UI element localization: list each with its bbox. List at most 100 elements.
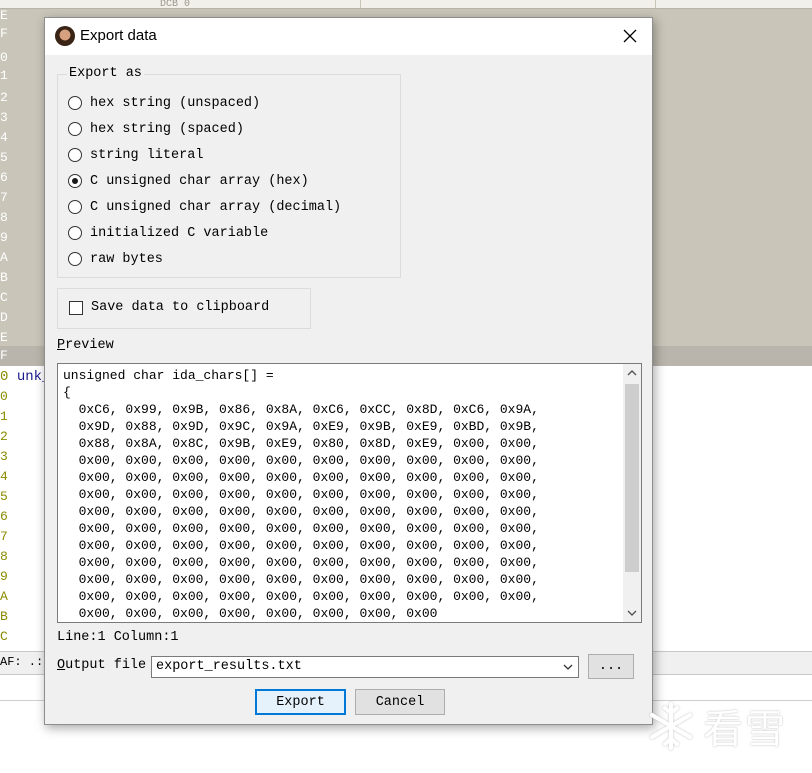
preview-line: 0x00, 0x00, 0x00, 0x00, 0x00, 0x00, 0x00…: [78, 521, 539, 536]
faint-header-text: DCB 0: [160, 0, 191, 10]
gutter-digit: 1: [0, 409, 8, 424]
preview-line: 0x00, 0x00, 0x00, 0x00, 0x00, 0x00, 0x00…: [78, 555, 539, 570]
export-data-dialog: Export data Export as hex string (unspac…: [44, 17, 653, 725]
unk-label: 0 unk_: [0, 369, 50, 385]
gutter-digit: 0: [0, 389, 8, 404]
radio-button[interactable]: [68, 252, 82, 266]
preview-line: 0xC6, 0x99, 0x9B, 0x86, 0x8A, 0xC6, 0xCC…: [78, 402, 539, 417]
preview-line: 0x00, 0x00, 0x00, 0x00, 0x00, 0x00, 0x00…: [78, 572, 539, 587]
radio-button[interactable]: [68, 96, 82, 110]
gutter-digit: 4: [0, 469, 8, 484]
gutter-digit: B: [0, 609, 8, 624]
gutter-digit: 4: [0, 130, 8, 145]
radio-button[interactable]: [68, 122, 82, 136]
gutter-digit: F: [0, 348, 8, 363]
title-bar[interactable]: Export data: [45, 18, 652, 55]
status-text: AF: .:: [0, 655, 44, 669]
gutter-digit: 8: [0, 549, 8, 564]
radio-label: string literal: [90, 147, 204, 163]
gutter-digit: 9: [0, 569, 8, 584]
radio-button[interactable]: [68, 148, 82, 162]
chevron-up-icon: [627, 370, 637, 376]
radio-label: hex string (spaced): [90, 121, 244, 137]
cancel-button[interactable]: Cancel: [355, 689, 445, 715]
preview-text[interactable]: unsigned char ida_chars[] = { 0xC6, 0x99…: [63, 367, 539, 622]
preview-line: 0x00, 0x00, 0x00, 0x00, 0x00, 0x00, 0x00…: [78, 470, 539, 485]
export-button[interactable]: Export: [255, 689, 346, 715]
gutter-digit: E: [0, 330, 8, 345]
preview-line: 0x00, 0x00, 0x00, 0x00, 0x00, 0x00, 0x00…: [78, 504, 539, 519]
preview-line: 0x9D, 0x88, 0x9D, 0x9C, 0x9A, 0xE9, 0x9B…: [78, 419, 539, 434]
close-icon: [623, 29, 637, 43]
gutter-digit: 6: [0, 170, 8, 185]
address-gutter: E F 0 1 2 3 4 5 6 7 8 9 A B C D E F 0 1 …: [0, 8, 12, 648]
preview-label: Preview: [57, 338, 114, 353]
browse-button[interactable]: ...: [588, 654, 634, 679]
radio-initialized-c-variable[interactable]: initialized C variable: [68, 223, 268, 243]
export-as-label: Export as: [67, 66, 144, 81]
radio-string-literal[interactable]: string literal: [68, 145, 203, 165]
radio-button-selected[interactable]: [68, 174, 82, 188]
scroll-down-button[interactable]: [623, 604, 641, 622]
gutter-digit: 0: [0, 50, 8, 65]
radio-hex-spaced[interactable]: hex string (spaced): [68, 119, 244, 139]
save-to-clipboard-checkbox[interactable]: Save data to clipboard: [69, 300, 269, 315]
preview-textarea[interactable]: unsigned char ida_chars[] = { 0xC6, 0x99…: [57, 363, 642, 623]
checkbox[interactable]: [69, 300, 83, 315]
preview-line: 0x00, 0x00, 0x00, 0x00, 0x00, 0x00, 0x00…: [63, 606, 438, 621]
watermark-text: 看雪: [703, 707, 787, 753]
scroll-up-button[interactable]: [623, 364, 641, 382]
scroll-thumb[interactable]: [625, 384, 639, 572]
preview-line: unsigned char ida_chars[] =: [63, 368, 274, 383]
gutter-digit: 8: [0, 210, 8, 225]
preview-line: 0x00, 0x00, 0x00, 0x00, 0x00, 0x00, 0x00…: [78, 589, 539, 604]
output-file-value[interactable]: export_results.txt: [156, 659, 302, 674]
vertical-scrollbar[interactable]: [623, 364, 641, 622]
radio-label: C unsigned char array (decimal): [90, 199, 342, 215]
checkbox-label: Save data to clipboard: [91, 300, 270, 315]
radio-button[interactable]: [68, 226, 82, 240]
preview-line: 0x88, 0x8A, 0x8C, 0x9B, 0xE9, 0x80, 0x8D…: [78, 436, 539, 451]
preview-line: 0x00, 0x00, 0x00, 0x00, 0x00, 0x00, 0x00…: [78, 538, 539, 553]
radio-label: C unsigned char array (hex): [90, 173, 309, 189]
gutter-digit: F: [0, 26, 8, 41]
output-label-rest: utput file: [65, 658, 147, 673]
radio-c-array-hex[interactable]: C unsigned char array (hex): [68, 171, 309, 191]
watermark: 看雪: [645, 696, 805, 756]
gutter-digit: 6: [0, 509, 8, 524]
radio-label: raw bytes: [90, 251, 163, 267]
preview-line: {: [63, 385, 71, 400]
close-button[interactable]: [608, 18, 652, 54]
column-header-strip: [0, 0, 812, 9]
output-mnemonic: O: [57, 658, 66, 673]
output-file-combobox[interactable]: export_results.txt: [151, 656, 579, 678]
gutter-digit: 5: [0, 489, 8, 504]
chevron-down-icon: [627, 610, 637, 616]
gutter-digit: 5: [0, 150, 8, 165]
gutter-digit: 7: [0, 190, 8, 205]
gutter-digit: 2: [0, 429, 8, 444]
gutter-digit: 1: [0, 68, 8, 83]
cursor-position: Line:1 Column:1: [57, 630, 179, 645]
output-file-label: Output file: [57, 658, 146, 673]
gutter-digit: 3: [0, 110, 8, 125]
gutter-digit: A: [0, 589, 8, 604]
radio-raw-bytes[interactable]: raw bytes: [68, 249, 163, 269]
snowflake-icon: [650, 702, 692, 750]
radio-c-array-decimal[interactable]: C unsigned char array (decimal): [68, 197, 341, 217]
preview-label-rest: review: [65, 338, 114, 353]
gutter-digit: 2: [0, 90, 8, 105]
gutter-digit: 9: [0, 230, 8, 245]
chevron-down-icon[interactable]: [562, 661, 574, 673]
gutter-digit: D: [0, 310, 8, 325]
gutter-digit: C: [0, 629, 8, 644]
gutter-digit: 3: [0, 449, 8, 464]
radio-button[interactable]: [68, 200, 82, 214]
dialog-title: Export data: [80, 27, 157, 44]
preview-line: 0x00, 0x00, 0x00, 0x00, 0x00, 0x00, 0x00…: [78, 453, 539, 468]
gutter-digit: 7: [0, 529, 8, 544]
radio-label: initialized C variable: [90, 225, 269, 241]
radio-hex-unspaced[interactable]: hex string (unspaced): [68, 93, 260, 113]
preview-mnemonic: P: [57, 338, 66, 353]
preview-line: 0x00, 0x00, 0x00, 0x00, 0x00, 0x00, 0x00…: [78, 487, 539, 502]
